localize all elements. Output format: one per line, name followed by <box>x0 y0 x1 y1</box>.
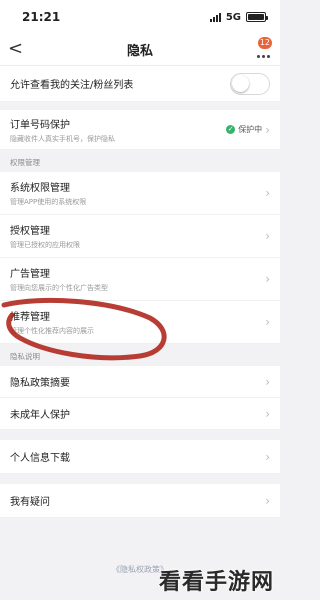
chevron-right-icon: › <box>265 374 270 389</box>
info-download-label: 个人信息下载 <box>10 453 70 464</box>
network-type: 5G <box>225 11 241 23</box>
check-icon: ✓ <box>226 125 236 134</box>
privacy-label: 隐私政策摘要 <box>10 378 70 389</box>
follow-list-label: 允许查看我的关注/粉丝列表 <box>10 80 134 91</box>
phone-protect-sub: 隐藏收件人真实手机号，保护隐私 <box>10 134 115 143</box>
spacer <box>0 430 280 440</box>
permission-row-recommend[interactable]: 推荐管理 管理个性化推荐内容的展示 › <box>0 301 280 344</box>
nav-bar: < 隐私 12 <box>0 34 280 66</box>
questions-label: 我有疑问 <box>10 497 50 508</box>
watermark: 看看手游网 <box>158 570 274 595</box>
permission-label: 授权管理 <box>10 226 50 237</box>
permission-row-system[interactable]: 系统权限管理 管理APP使用的系统权限 › <box>0 172 280 215</box>
phone-protect-label: 订单号码保护 <box>10 119 70 131</box>
back-button[interactable]: < <box>8 40 23 58</box>
spacer <box>0 474 280 484</box>
follow-list-toggle[interactable] <box>230 72 270 95</box>
spacer <box>0 102 280 110</box>
follow-list-row[interactable]: 允许查看我的关注/粉丝列表 <box>0 66 280 102</box>
permission-sub: 管理APP使用的系统权限 <box>10 198 87 206</box>
toggle-knob <box>232 74 249 92</box>
permission-label: 系统权限管理 <box>10 183 70 194</box>
protect-status: 保护中 <box>238 125 263 134</box>
privacy-row-minors[interactable]: 未成年人保护 › <box>0 398 280 430</box>
permission-label: 推荐管理 <box>10 312 50 323</box>
section-privacy-title: 隐私说明 <box>0 344 280 366</box>
page-title: 隐私 <box>126 44 153 59</box>
chevron-right-icon: › <box>265 229 270 243</box>
permission-row-ads[interactable]: 广告管理 管理向您展示的个性化广告类型 › <box>0 258 280 301</box>
row-info-download[interactable]: 个人信息下载 › <box>0 440 280 474</box>
battery-icon <box>246 12 268 22</box>
chevron-right-icon: › <box>265 122 270 137</box>
permission-label: 广告管理 <box>10 269 50 280</box>
chevron-right-icon: › <box>265 406 270 421</box>
row-questions[interactable]: 我有疑问 › <box>0 484 280 518</box>
permission-row-authorization[interactable]: 授权管理 管理已授权的应用权限 › <box>0 215 280 258</box>
more-dots-icon <box>257 55 270 58</box>
chevron-right-icon: › <box>265 493 270 508</box>
status-time: 21:21 <box>22 10 61 24</box>
status-bar: 21:21 5G <box>0 0 280 34</box>
more-button[interactable]: 12 <box>248 37 272 61</box>
permission-sub: 管理向您展示的个性化广告类型 <box>10 284 108 292</box>
chevron-right-icon: › <box>265 272 270 286</box>
notification-badge: 12 <box>257 37 272 49</box>
status-icons: 5G <box>209 11 268 23</box>
signal-icon <box>209 12 221 22</box>
chevron-right-icon: › <box>265 315 270 329</box>
privacy-label: 未成年人保护 <box>10 410 70 421</box>
phone-protect-row[interactable]: 订单号码保护 隐藏收件人真实手机号，保护隐私 ✓ 保护中 › <box>0 110 280 150</box>
section-permissions-title: 权限管理 <box>0 150 280 172</box>
chevron-right-icon: › <box>265 186 270 200</box>
permission-sub: 管理个性化推荐内容的展示 <box>10 327 94 335</box>
permission-sub: 管理已授权的应用权限 <box>10 241 80 249</box>
privacy-row-summary[interactable]: 隐私政策摘要 › <box>0 366 280 398</box>
chevron-right-icon: › <box>265 449 270 464</box>
